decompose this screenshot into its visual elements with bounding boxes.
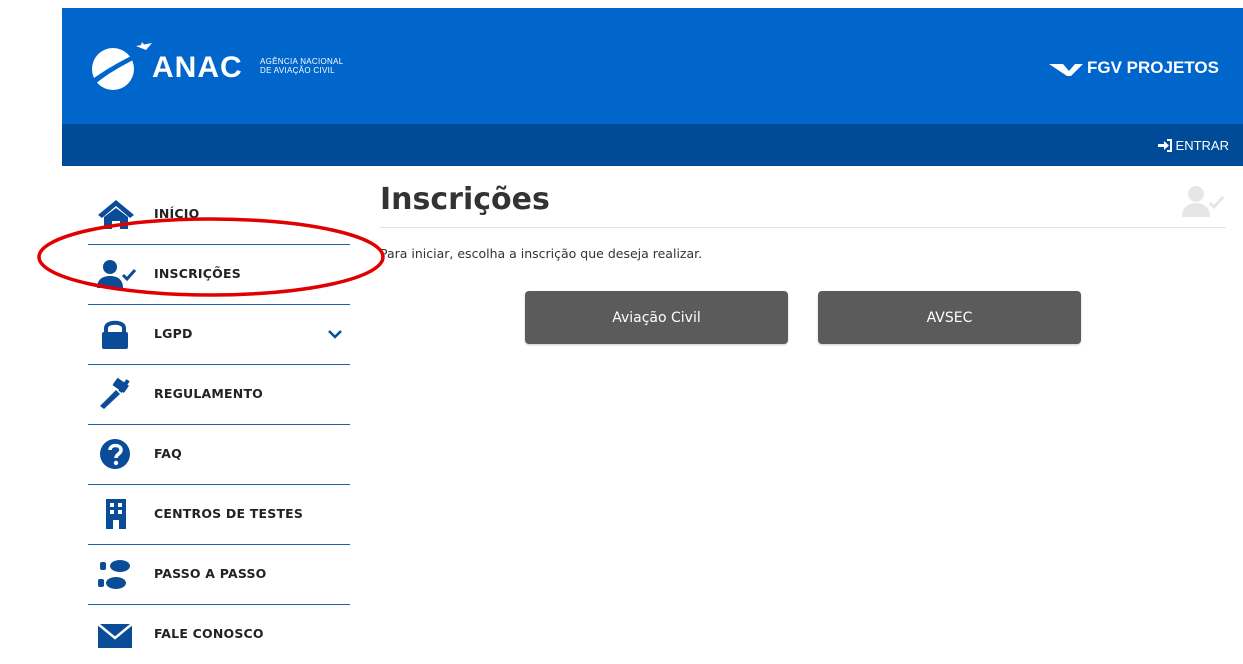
main-content: Inscrições Para iniciar, escolha a inscr… — [380, 180, 1228, 344]
sign-in-icon — [1157, 138, 1172, 152]
title-divider — [380, 227, 1226, 228]
partner-name: FGV PROJETOS — [1087, 58, 1219, 77]
home-icon — [96, 198, 136, 230]
brand-subtitle: AGÊNCIA NACIONAL DE AVIAÇÃO CIVIL — [260, 57, 344, 75]
sidebar-item-fale-conosco[interactable]: FALE CONOSCO — [88, 605, 350, 664]
sidebar-item-label: INÍCIO — [154, 206, 200, 221]
anac-plane-logo-icon — [90, 42, 152, 90]
question-circle-icon — [96, 438, 136, 470]
login-label: ENTRAR — [1175, 137, 1229, 153]
sidebar-item-label: FALE CONOSCO — [154, 626, 264, 641]
gavel-icon — [96, 378, 136, 410]
page-title: Inscrições — [380, 182, 550, 217]
sidebar-item-label: PASSO A PASSO — [154, 566, 267, 581]
sidebar-item-label: INSCRIÇÕES — [154, 266, 241, 281]
sidebar-item-faq[interactable]: FAQ — [88, 425, 350, 485]
sidebar-item-label: CENTROS DE TESTES — [154, 506, 304, 521]
sidebar-nav: INÍCIO INSCRIÇÕES LGPD REGULAMENTO FAQ C… — [88, 185, 350, 664]
user-check-icon — [96, 258, 136, 290]
brand-subtitle-line2: DE AVIAÇÃO CIVIL — [260, 66, 335, 75]
brand-subtitle-line1: AGÊNCIA NACIONAL — [260, 57, 344, 66]
sidebar-item-passo-a-passo[interactable]: PASSO A PASSO — [88, 545, 350, 605]
sidebar-item-centros-de-testes[interactable]: CENTROS DE TESTES — [88, 485, 350, 545]
anac-logo[interactable]: ANAC AGÊNCIA NACIONAL DE AVIAÇÃO CIVIL — [86, 41, 406, 91]
envelope-icon — [96, 618, 136, 650]
fgv-chevron-icon — [1049, 64, 1083, 76]
building-icon — [96, 498, 136, 530]
chevron-down-icon[interactable] — [328, 327, 342, 341]
footsteps-icon — [96, 558, 136, 590]
lock-icon — [96, 318, 136, 350]
brand-name: ANAC — [152, 51, 243, 84]
header-bar: ANAC AGÊNCIA NACIONAL DE AVIAÇÃO CIVIL F… — [62, 8, 1243, 124]
sidebar-item-label: REGULAMENTO — [154, 386, 264, 401]
sidebar-item-regulamento[interactable]: REGULAMENTO — [88, 365, 350, 425]
instruction-text: Para iniciar, escolha a inscrição que de… — [380, 246, 703, 261]
sidebar-item-label: FAQ — [154, 446, 183, 461]
sidebar-item-lgpd[interactable]: LGPD — [88, 305, 350, 365]
avsec-button[interactable]: AVSEC — [818, 291, 1081, 344]
sidebar-item-inscricoes[interactable]: INSCRIÇÕES — [88, 245, 350, 305]
sidebar-item-label: LGPD — [154, 326, 193, 341]
user-check-icon — [1182, 186, 1224, 217]
sidebar-item-inicio[interactable]: INÍCIO — [88, 185, 350, 245]
fgv-logo: FGV PROJETOS — [1049, 58, 1239, 78]
top-subbar: ENTRAR — [62, 124, 1243, 166]
login-button[interactable]: ENTRAR — [1157, 136, 1229, 154]
aviacao-civil-button[interactable]: Aviação Civil — [525, 291, 788, 344]
